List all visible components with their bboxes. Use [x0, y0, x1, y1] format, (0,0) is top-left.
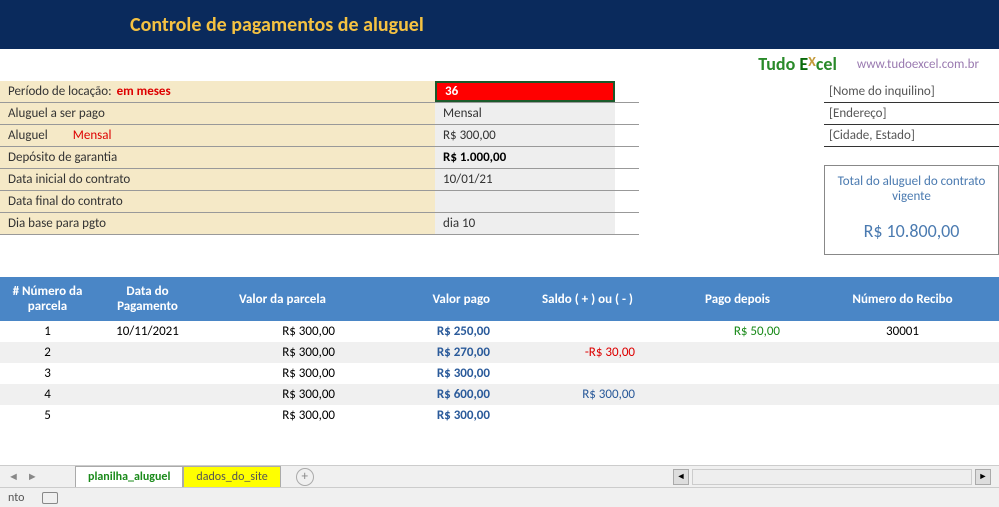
form-row: AluguelMensalR$ 300,00	[0, 125, 639, 147]
cell-saldo[interactable]	[510, 372, 665, 376]
site-url[interactable]: www.tudoexcel.com.br	[857, 57, 979, 72]
cell-saldo[interactable]: -R$ 30,00	[510, 343, 665, 362]
form-section: Período de locação: em meses36Aluguel a …	[0, 81, 639, 255]
cell-numero[interactable]: 2	[0, 343, 95, 362]
form-row: Data final do contrato	[0, 191, 639, 213]
form-label: Período de locação: em meses	[0, 81, 435, 102]
form-value[interactable]: 10/01/21	[435, 169, 615, 190]
cell-depois[interactable]	[665, 414, 810, 418]
cell-data[interactable]	[95, 351, 200, 355]
app-header: Controle de pagamentos de aluguel	[0, 0, 999, 49]
cell-pago[interactable]: R$ 250,00	[365, 322, 510, 341]
cell-data[interactable]	[95, 393, 200, 397]
form-value[interactable]: R$ 1.000,00	[435, 147, 615, 168]
total-box: Total do aluguel do contrato vigente R$ …	[824, 165, 999, 255]
payments-table: # Número da parcela Data do Pagamento Va…	[0, 277, 999, 426]
table-row: 3 R$ 300,00R$ 300,00	[0, 363, 999, 384]
cell-depois[interactable]	[665, 393, 810, 397]
table-header-row: # Número da parcela Data do Pagamento Va…	[0, 277, 999, 321]
cell-depois[interactable]	[665, 351, 810, 355]
cell-pago[interactable]: R$ 300,00	[365, 364, 510, 383]
status-bar: nto	[0, 487, 999, 507]
tab-nav-arrows: ◄ ►	[0, 470, 75, 483]
col-numero[interactable]: # Número da parcela	[0, 279, 95, 319]
cell-pago[interactable]: R$ 270,00	[365, 343, 510, 362]
cell-recibo[interactable]: 30001	[810, 322, 995, 341]
cell-parcela[interactable]: R$ 300,00	[200, 385, 365, 404]
tab-next-icon[interactable]: ►	[27, 470, 38, 483]
cell-parcela[interactable]: R$ 300,00	[200, 406, 365, 425]
col-recibo[interactable]: Número do Recibo	[810, 287, 995, 312]
scroll-track[interactable]	[692, 469, 972, 485]
add-sheet-button[interactable]: +	[296, 468, 314, 486]
cell-recibo[interactable]	[810, 414, 995, 418]
tab-dados-do-site[interactable]: dados_do_site	[183, 466, 280, 487]
logo-row: Tudo EXcel www.tudoexcel.com.br	[0, 49, 999, 79]
cell-data[interactable]	[95, 414, 200, 418]
cell-recibo[interactable]	[810, 351, 995, 355]
form-label: Aluguel a ser pago	[0, 103, 435, 124]
page-title: Controle de pagamentos de aluguel	[130, 13, 424, 37]
cell-parcela[interactable]: R$ 300,00	[200, 343, 365, 362]
form-label: AluguelMensal	[0, 125, 435, 146]
form-label: Data inicial do contrato	[0, 169, 435, 190]
table-row: 5 R$ 300,00R$ 300,00	[0, 405, 999, 426]
tenant-field[interactable]: [Cidade, Estado]	[824, 125, 999, 147]
form-label: Data final do contrato	[0, 191, 435, 212]
cell-pago[interactable]: R$ 600,00	[365, 385, 510, 404]
form-label: Depósito de garantia	[0, 147, 435, 168]
cell-saldo[interactable]	[510, 414, 665, 418]
cell-numero[interactable]: 1	[0, 322, 95, 341]
cell-numero[interactable]: 4	[0, 385, 95, 404]
col-parcela[interactable]: Valor da parcela	[200, 287, 365, 312]
tab-prev-icon[interactable]: ◄	[8, 470, 19, 483]
cell-parcela[interactable]: R$ 300,00	[200, 364, 365, 383]
cell-pago[interactable]: R$ 300,00	[365, 406, 510, 425]
scroll-left-button[interactable]: ◄	[673, 469, 689, 485]
total-value: R$ 10.800,00	[825, 212, 998, 254]
form-value[interactable]	[435, 191, 615, 212]
cell-numero[interactable]: 5	[0, 406, 95, 425]
form-row: Aluguel a ser pagoMensal	[0, 103, 639, 125]
cell-data[interactable]: 10/11/2021	[95, 322, 200, 341]
col-data[interactable]: Data do Pagamento	[95, 279, 200, 319]
cell-numero[interactable]: 3	[0, 364, 95, 383]
sheet-tab-bar: ◄ ► planilha_aluguel dados_do_site + ◄ ►	[0, 465, 999, 487]
table-row: 110/11/2021R$ 300,00R$ 250,00 R$ 50,00300…	[0, 321, 999, 342]
form-row: Período de locação: em meses36	[0, 81, 639, 103]
table-row: 4 R$ 300,00R$ 600,00R$ 300,00	[0, 384, 999, 405]
cell-parcela[interactable]: R$ 300,00	[200, 322, 365, 341]
form-value[interactable]: Mensal	[435, 103, 615, 124]
cell-depois[interactable]	[665, 372, 810, 376]
cell-depois[interactable]: R$ 50,00	[665, 322, 810, 341]
cell-recibo[interactable]	[810, 372, 995, 376]
horizontal-scroll: ◄ ►	[673, 469, 999, 485]
table-row: 2 R$ 300,00R$ 270,00-R$ 30,00	[0, 342, 999, 363]
form-row: Data inicial do contrato10/01/21	[0, 169, 639, 191]
status-text: nto	[8, 491, 24, 505]
cell-saldo[interactable]	[510, 330, 665, 334]
form-row: Dia base para pgtodia 10	[0, 213, 639, 235]
record-macro-icon[interactable]	[42, 492, 58, 504]
form-value[interactable]: R$ 300,00	[435, 125, 615, 146]
form-value[interactable]: 36	[435, 81, 615, 102]
cell-data[interactable]	[95, 372, 200, 376]
cell-saldo[interactable]: R$ 300,00	[510, 385, 665, 404]
logo: Tudo EXcel	[758, 53, 837, 75]
form-label: Dia base para pgto	[0, 213, 435, 234]
form-row: Depósito de garantiaR$ 1.000,00	[0, 147, 639, 169]
form-value[interactable]: dia 10	[435, 213, 615, 234]
col-depois[interactable]: Pago depois	[665, 287, 810, 312]
col-saldo[interactable]: Saldo ( + ) ou ( - )	[510, 287, 665, 312]
tenant-field[interactable]: [Endereço]	[824, 103, 999, 125]
col-pago[interactable]: Valor pago	[365, 287, 510, 312]
tenant-field[interactable]: [Nome do inquilino]	[824, 81, 999, 103]
cell-recibo[interactable]	[810, 393, 995, 397]
total-label: Total do aluguel do contrato vigente	[825, 166, 998, 212]
tenant-section: [Nome do inquilino][Endereço][Cidade, Es…	[824, 81, 999, 255]
scroll-right-button[interactable]: ►	[975, 469, 991, 485]
tab-planilha-aluguel[interactable]: planilha_aluguel	[75, 466, 183, 487]
